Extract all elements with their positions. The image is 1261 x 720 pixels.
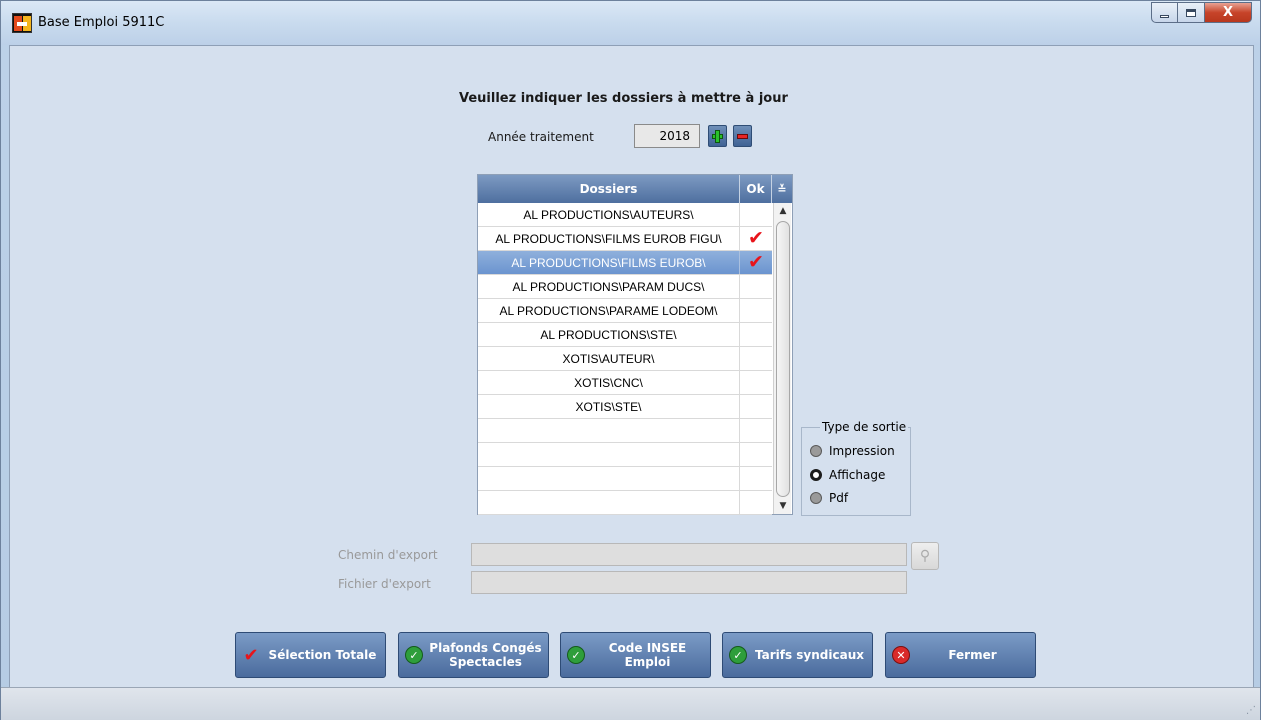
ok-cell[interactable] xyxy=(740,203,772,226)
output-type-group: Type de sortie Impression Affichage Pdf xyxy=(801,420,911,516)
cancel-circle-icon: ✕ xyxy=(892,646,910,664)
year-field[interactable]: 2018 xyxy=(634,124,700,148)
app-window: Base Emploi 5911C X Veuillez indiquer le… xyxy=(0,0,1261,720)
ok-cell[interactable] xyxy=(740,419,772,442)
radio-label: Pdf xyxy=(829,491,849,505)
table-row[interactable]: AL PRODUCTIONS\STE\ xyxy=(478,323,772,347)
dossier-cell[interactable]: AL PRODUCTIONS\PARAM DUCS\ xyxy=(478,275,740,298)
dossier-cell[interactable]: AL PRODUCTIONS\FILMS EUROB FIGU\ xyxy=(478,227,740,250)
dossier-cell[interactable]: XOTIS\AUTEUR\ xyxy=(478,347,740,370)
ok-cell[interactable] xyxy=(740,323,772,346)
export-file-label: Fichier d'export xyxy=(338,577,431,591)
radio-impression[interactable]: Impression xyxy=(810,442,895,460)
table-body: AL PRODUCTIONS\AUTEURS\ AL PRODUCTIONS\FI… xyxy=(478,203,772,515)
table-row[interactable]: AL PRODUCTIONS\FILMS EUROB FIGU\ ✔ xyxy=(478,227,772,251)
close-button[interactable]: ✕ Fermer xyxy=(885,632,1036,678)
table-row[interactable]: AL PRODUCTIONS\AUTEURS\ xyxy=(478,203,772,227)
table-row[interactable] xyxy=(478,467,772,491)
dossier-cell[interactable]: XOTIS\STE\ xyxy=(478,395,740,418)
radio-icon[interactable] xyxy=(810,445,822,457)
main-panel: Veuillez indiquer les dossiers à mettre … xyxy=(9,45,1254,688)
year-decrement-button[interactable] xyxy=(733,125,752,147)
radio-label: Impression xyxy=(829,444,895,458)
year-label: Année traitement xyxy=(488,130,594,144)
radio-pdf[interactable]: Pdf xyxy=(810,489,848,507)
table-row[interactable]: XOTIS\STE\ xyxy=(478,395,772,419)
page-title: Veuillez indiquer les dossiers à mettre … xyxy=(459,91,788,106)
dossier-cell[interactable] xyxy=(478,467,740,490)
dossier-cell[interactable]: AL PRODUCTIONS\FILMS EUROB\ xyxy=(478,251,740,274)
dossier-cell[interactable] xyxy=(478,491,740,514)
radio-label: Affichage xyxy=(829,468,886,482)
dossiers-table: Dossiers Ok ≚ AL PRODUCTIONS\AUTEURS\ AL … xyxy=(477,174,793,515)
table-row[interactable]: AL PRODUCTIONS\PARAME LODEOM\ xyxy=(478,299,772,323)
table-row[interactable]: XOTIS\AUTEUR\ xyxy=(478,347,772,371)
window-controls: X xyxy=(1151,2,1252,23)
minimize-icon xyxy=(1160,14,1169,18)
app-logo-icon[interactable] xyxy=(12,13,32,33)
window-title: Base Emploi 5911C xyxy=(38,15,165,30)
wand-icon: ⚲ xyxy=(919,548,931,564)
column-header-dossiers[interactable]: Dossiers xyxy=(478,175,740,203)
ok-cell[interactable]: ✔ xyxy=(740,251,772,274)
close-window-button[interactable]: X xyxy=(1205,2,1252,23)
table-row[interactable] xyxy=(478,443,772,467)
check-circle-icon: ✓ xyxy=(729,646,747,664)
plafonds-conges-button[interactable]: ✓ Plafonds Congés Spectacles xyxy=(398,632,549,678)
browse-button[interactable]: ⚲ xyxy=(911,542,939,570)
export-path-input[interactable] xyxy=(471,543,907,566)
maximize-button[interactable] xyxy=(1178,2,1205,23)
export-path-label: Chemin d'export xyxy=(338,548,438,562)
ok-cell[interactable] xyxy=(740,491,772,514)
column-header-ok[interactable]: Ok xyxy=(740,175,772,203)
title-bar[interactable]: Base Emploi 5911C X xyxy=(1,1,1260,45)
minimize-button[interactable] xyxy=(1151,2,1178,23)
ok-cell[interactable] xyxy=(740,443,772,466)
scroll-up-icon[interactable]: ▲ xyxy=(774,203,792,219)
checkmark-icon: ✔ xyxy=(748,227,764,249)
checkmark-icon: ✔ xyxy=(748,251,764,273)
table-row[interactable] xyxy=(478,419,772,443)
scroll-thumb[interactable] xyxy=(776,221,790,497)
column-menu-icon[interactable]: ≚ xyxy=(772,175,792,203)
table-row[interactable]: XOTIS\CNC\ xyxy=(478,371,772,395)
tarifs-syndicaux-button[interactable]: ✓ Tarifs syndicaux xyxy=(722,632,873,678)
dossier-cell[interactable]: AL PRODUCTIONS\PARAME LODEOM\ xyxy=(478,299,740,322)
check-circle-icon: ✓ xyxy=(405,646,423,664)
ok-cell[interactable] xyxy=(740,467,772,490)
radio-icon[interactable] xyxy=(810,492,822,504)
maximize-icon xyxy=(1186,8,1196,17)
radio-icon[interactable] xyxy=(810,469,822,481)
dossier-cell[interactable]: AL PRODUCTIONS\AUTEURS\ xyxy=(478,203,740,226)
table-row[interactable]: AL PRODUCTIONS\FILMS EUROB\ ✔ xyxy=(478,251,772,275)
code-insee-button[interactable]: ✓ Code INSEE Emploi xyxy=(560,632,711,678)
ok-cell[interactable]: ✔ xyxy=(740,227,772,250)
ok-cell[interactable] xyxy=(740,395,772,418)
checkmark-icon: ✔ xyxy=(243,644,259,666)
table-row[interactable]: AL PRODUCTIONS\PARAM DUCS\ xyxy=(478,275,772,299)
export-file-input[interactable] xyxy=(471,571,907,594)
year-increment-button[interactable] xyxy=(708,125,727,147)
table-scrollbar[interactable]: ▲ ▼ xyxy=(773,203,791,514)
status-bar: ⋰ xyxy=(1,687,1260,720)
dossier-cell[interactable] xyxy=(478,419,740,442)
ok-cell[interactable] xyxy=(740,347,772,370)
ok-cell[interactable] xyxy=(740,299,772,322)
scroll-down-icon[interactable]: ▼ xyxy=(774,498,792,514)
radio-affichage[interactable]: Affichage xyxy=(810,466,885,484)
output-type-legend: Type de sortie xyxy=(820,420,909,434)
dossier-cell[interactable]: XOTIS\CNC\ xyxy=(478,371,740,394)
close-icon: X xyxy=(1222,5,1234,20)
ok-cell[interactable] xyxy=(740,371,772,394)
dossier-cell[interactable] xyxy=(478,443,740,466)
dossier-cell[interactable]: AL PRODUCTIONS\STE\ xyxy=(478,323,740,346)
table-header: Dossiers Ok ≚ xyxy=(478,175,792,203)
ok-cell[interactable] xyxy=(740,275,772,298)
resize-grip-icon[interactable]: ⋰ xyxy=(1246,705,1256,716)
table-row[interactable] xyxy=(478,491,772,515)
select-all-button[interactable]: ✔ Sélection Totale xyxy=(235,632,386,678)
minus-icon xyxy=(737,134,748,139)
check-circle-icon: ✓ xyxy=(567,646,585,664)
